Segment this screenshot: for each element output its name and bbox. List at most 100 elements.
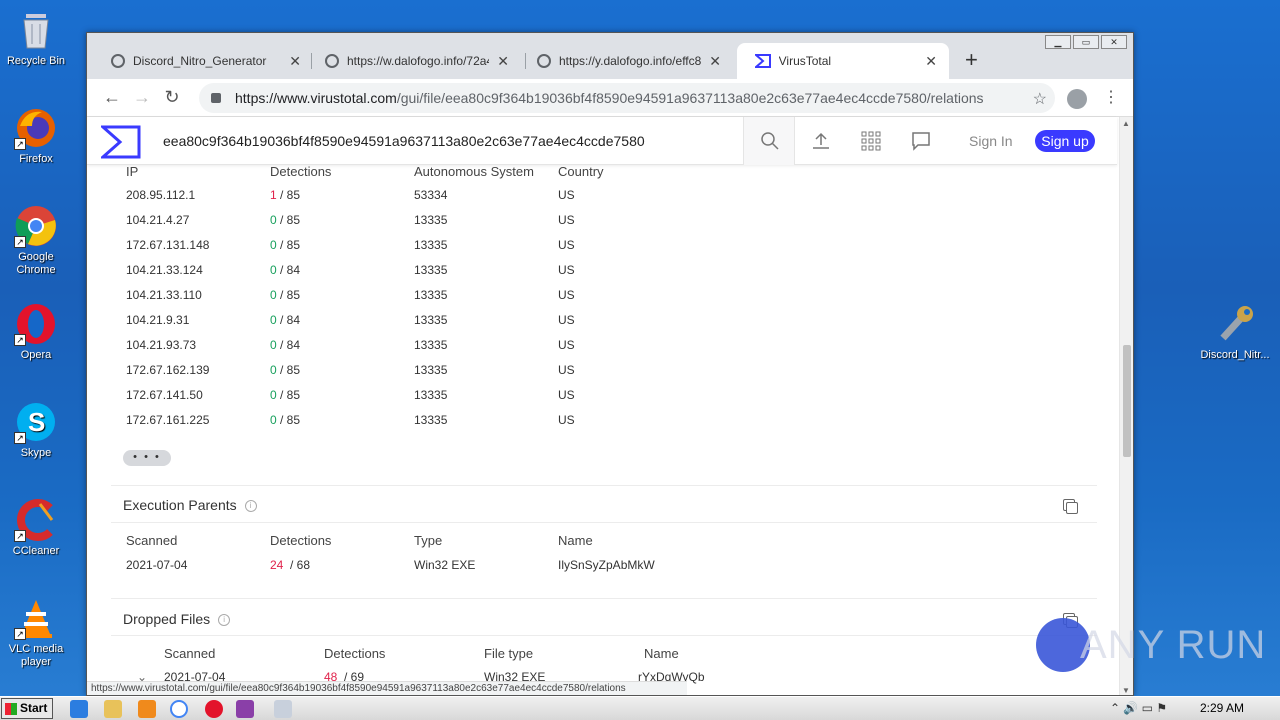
close-window-button[interactable]: ✕ [1101, 35, 1127, 49]
url-path: /gui/file/eea80c9f364b19036bf4f8590e9459… [396, 90, 984, 106]
copy-icon[interactable] [1063, 499, 1078, 514]
url-host: https://www.virustotal.com [235, 90, 397, 106]
sign-in-link[interactable]: Sign In [969, 133, 1013, 149]
scanned-date: 2021-07-04 [126, 558, 188, 572]
desktop-icon-opera[interactable]: ↗ Opera [1, 302, 71, 362]
profile-avatar[interactable] [1067, 89, 1087, 109]
desktop-icon-label: Google Chrome [16, 251, 56, 276]
detection-total: / 85 [280, 238, 301, 252]
close-tab-icon[interactable]: ✕ [289, 53, 301, 70]
menu-kebab-icon[interactable]: ⋮ [1103, 87, 1119, 107]
search-hash-input[interactable]: eea80c9f364b19036bf4f8590e94591a9637113a… [163, 133, 645, 149]
detection-total: / 84 [280, 313, 301, 327]
autonomous-system: 13335 [414, 288, 448, 302]
country: US [558, 363, 575, 377]
desktop-icon-discord-nitro[interactable]: Discord_Nitr... [1200, 302, 1270, 362]
lock-icon [211, 93, 221, 103]
country: US [558, 388, 575, 402]
virustotal-favicon-icon [755, 54, 771, 68]
watermark-text: ANY RUN [1080, 622, 1267, 667]
desktop-icon-label: CCleaner [12, 545, 60, 557]
winrar-taskbar-icon[interactable] [236, 700, 254, 718]
autonomous-system: 13335 [414, 263, 448, 277]
ip-address-link[interactable]: 172.67.162.139 [126, 363, 209, 377]
ie-taskbar-icon[interactable] [70, 700, 88, 718]
tab-dalofogo-w[interactable]: https://w.dalofogo.info/72a4b ✕ [307, 43, 521, 79]
close-tab-icon[interactable]: ✕ [709, 53, 721, 70]
autonomous-system: 13335 [414, 238, 448, 252]
virustotal-logo-icon[interactable] [101, 125, 141, 159]
desktop-icon-ccleaner[interactable]: ↗ CCleaner [1, 498, 71, 558]
col-scanned: Scanned [164, 646, 216, 661]
country: US [558, 238, 575, 252]
maximize-button[interactable]: ▭ [1073, 35, 1099, 49]
desktop-icon-label: Firefox [19, 153, 53, 165]
col-detections: Detections [270, 533, 332, 548]
desktop-icon-label: Discord_Nitr... [1200, 349, 1270, 361]
ip-address-link[interactable]: 172.67.141.50 [126, 388, 203, 402]
close-tab-icon[interactable]: ✕ [497, 53, 509, 70]
col-country: Country [558, 165, 604, 179]
globe-icon [325, 54, 339, 68]
clock[interactable]: 2:29 AM [1200, 701, 1244, 715]
desktop-icon-chrome[interactable]: ↗ Google Chrome [1, 204, 71, 277]
file-type: Win32 EXE [414, 558, 476, 572]
sign-up-button[interactable]: Sign up [1035, 130, 1095, 152]
tab-discord-nitro[interactable]: Discord_Nitro_Generator ✕ [93, 43, 313, 79]
system-tray[interactable]: ⌃ 🔊 ▭ ⚑ [1110, 701, 1167, 715]
reload-button[interactable]: ↻ [157, 87, 187, 108]
minimize-button[interactable]: ▁ [1045, 35, 1071, 49]
autonomous-system: 13335 [414, 313, 448, 327]
scrollbar-thumb[interactable] [1123, 345, 1131, 457]
ip-address-link[interactable]: 172.67.131.148 [126, 238, 209, 252]
media-player-taskbar-icon[interactable] [138, 700, 156, 718]
tab-title: VirusTotal [778, 54, 832, 68]
desktop-icon-vlc[interactable]: ↗ VLC media player [1, 596, 71, 669]
ip-address-link[interactable]: 104.21.33.110 [126, 288, 202, 302]
tab-virustotal[interactable]: VirusTotal ✕ [737, 43, 949, 79]
desktop-icon-firefox[interactable]: ↗ Firefox [1, 106, 71, 166]
detection-total: / 85 [280, 188, 301, 202]
new-tab-button[interactable]: + [965, 47, 978, 73]
ip-address-link[interactable]: 172.67.161.225 [126, 413, 209, 427]
back-button[interactable]: ← [97, 87, 127, 108]
autonomous-system: 13335 [414, 338, 448, 352]
detection-count: 0 [270, 363, 277, 377]
page-scrollbar[interactable]: ▲ ▼ [1119, 117, 1133, 695]
ip-address-link[interactable]: 208.95.112.1 [126, 188, 195, 202]
desktop-icon-skype[interactable]: S ↗ Skype [1, 400, 71, 460]
ip-address-link[interactable]: 104.21.93.73 [126, 338, 196, 352]
close-tab-icon[interactable]: ✕ [925, 53, 937, 70]
opera-taskbar-icon[interactable] [205, 700, 223, 718]
desktop-icon-label: Opera [20, 349, 52, 361]
file-name-link[interactable]: IlySnSyZpAbMkW [558, 558, 655, 572]
ip-address-link[interactable]: 104.21.4.27 [126, 213, 189, 227]
tab-dalofogo-y[interactable]: https://y.dalofogo.info/effc83 ✕ [519, 43, 733, 79]
notepad-taskbar-icon[interactable] [274, 700, 292, 718]
address-bar[interactable]: https://www.virustotal.com/gui/file/eea8… [199, 83, 1055, 113]
bookmark-star-icon[interactable]: ☆ [1033, 89, 1047, 109]
country: US [558, 213, 575, 227]
opera-icon: ↗ [14, 302, 58, 346]
detection-total: / 85 [280, 288, 301, 302]
search-button[interactable] [743, 117, 795, 165]
forward-button[interactable]: → [127, 87, 157, 108]
vlc-icon: ↗ [14, 596, 58, 640]
country: US [558, 338, 575, 352]
show-more-button[interactable]: • • • [123, 450, 171, 466]
info-icon[interactable]: i [218, 614, 231, 627]
apps-grid-icon[interactable] [861, 131, 881, 151]
explorer-taskbar-icon[interactable] [104, 700, 122, 718]
ip-address-link[interactable]: 104.21.9.31 [126, 313, 189, 327]
chat-icon[interactable] [911, 131, 931, 151]
autonomous-system: 13335 [414, 413, 448, 427]
chrome-taskbar-icon[interactable] [170, 700, 188, 718]
desktop-icon-recycle-bin[interactable]: Recycle Bin [1, 8, 71, 68]
info-icon[interactable]: i [244, 500, 257, 513]
ip-address-link[interactable]: 104.21.33.124 [126, 263, 203, 277]
desktop-icon-label: Recycle Bin [6, 55, 66, 67]
status-url-bar: https://www.virustotal.com/gui/file/eea8… [87, 681, 687, 695]
upload-icon[interactable] [811, 131, 831, 151]
start-button[interactable]: Start [1, 698, 53, 719]
tab-strip: Discord_Nitro_Generator ✕ https://w.dalo… [87, 33, 1133, 79]
